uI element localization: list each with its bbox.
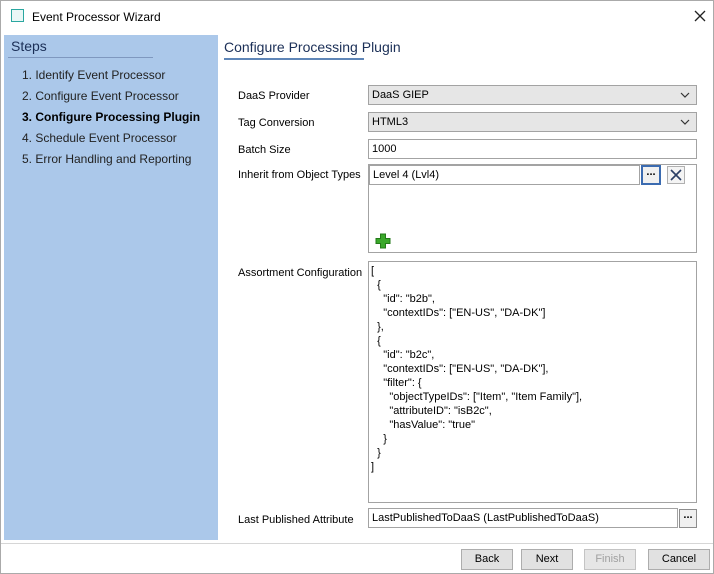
back-button[interactable]: Back xyxy=(461,549,513,570)
batch-size-label: Batch Size xyxy=(238,144,291,156)
wizard-window: Event Processor Wizard Steps 1. Identify… xyxy=(0,0,714,574)
config-line: "hasValue": "true" xyxy=(371,419,476,431)
config-line: } xyxy=(371,447,381,459)
config-line: "contextIDs": ["EN-US", "DA-DK"] xyxy=(371,307,546,319)
config-line: "attributeID": "isB2c", xyxy=(371,405,492,417)
config-line: "id": "b2b", xyxy=(371,293,435,305)
last-published-field[interactable]: LastPublishedToDaaS (LastPublishedToDaaS… xyxy=(368,508,678,528)
window-title: Event Processor Wizard xyxy=(32,10,161,24)
page-title: Configure Processing Plugin xyxy=(224,39,401,55)
config-line: { xyxy=(371,335,381,347)
app-window-icon xyxy=(11,9,24,22)
config-line: [ xyxy=(371,265,375,277)
steps-sidebar: Steps 1. Identify Event Processor 2. Conf… xyxy=(4,35,218,540)
plus-icon[interactable] xyxy=(375,233,391,249)
assortment-config-label: Assortment Configuration xyxy=(238,267,363,279)
last-published-label: Last Published Attribute xyxy=(238,514,354,526)
steps-list: 1. Identify Event Processor 2. Configure … xyxy=(22,68,200,173)
step-item: 1. Identify Event Processor xyxy=(22,68,166,82)
next-button[interactable]: Next xyxy=(521,549,573,570)
config-line: }, xyxy=(371,321,384,333)
steps-heading-underline xyxy=(8,57,153,58)
step-item: 5. Error Handling and Reporting xyxy=(22,152,192,166)
config-line: "id": "b2c", xyxy=(371,349,435,361)
chevron-down-icon xyxy=(680,92,690,98)
config-line: ] xyxy=(371,461,375,473)
tag-conversion-select[interactable]: HTML3 xyxy=(368,112,697,132)
finish-button[interactable]: Finish xyxy=(584,549,636,570)
config-line: "contextIDs": ["EN-US", "DA-DK"], xyxy=(371,363,549,375)
batch-size-input[interactable]: 1000 xyxy=(368,139,697,159)
footer-divider xyxy=(1,543,713,544)
cancel-button[interactable]: Cancel xyxy=(648,549,710,570)
daas-provider-value: DaaS GIEP xyxy=(372,89,429,101)
remove-icon[interactable] xyxy=(667,166,685,184)
config-line: { xyxy=(371,279,381,291)
object-types-box: Level 4 (Lvl4) ... xyxy=(368,164,697,253)
browse-attribute-button[interactable]: ... xyxy=(679,509,697,528)
close-icon[interactable] xyxy=(687,5,713,27)
step-item: 3. Configure Processing Plugin xyxy=(22,110,201,124)
browse-object-types-button[interactable]: ... xyxy=(641,165,661,185)
steps-heading: Steps xyxy=(11,38,47,54)
config-line: } xyxy=(371,433,387,445)
page-title-underline xyxy=(224,58,364,60)
daas-provider-select[interactable]: DaaS GIEP xyxy=(368,85,697,105)
assortment-config-textarea[interactable]: [ { "id": "b2b", "contextIDs": ["EN-US",… xyxy=(368,261,697,503)
step-item: 4. Schedule Event Processor xyxy=(22,131,177,145)
object-type-field[interactable]: Level 4 (Lvl4) xyxy=(369,165,640,185)
inherit-types-label: Inherit from Object Types xyxy=(238,169,361,181)
tag-conversion-label: Tag Conversion xyxy=(238,117,315,129)
chevron-down-icon xyxy=(680,119,690,125)
config-line: "filter": { xyxy=(371,377,422,389)
daas-provider-label: DaaS Provider xyxy=(238,90,310,102)
tag-conversion-value: HTML3 xyxy=(372,116,409,128)
step-item: 2. Configure Event Processor xyxy=(22,89,179,103)
config-line: "objectTypeIDs": ["Item", "Item Family"]… xyxy=(371,391,583,403)
title-bar: Event Processor Wizard xyxy=(1,1,713,32)
